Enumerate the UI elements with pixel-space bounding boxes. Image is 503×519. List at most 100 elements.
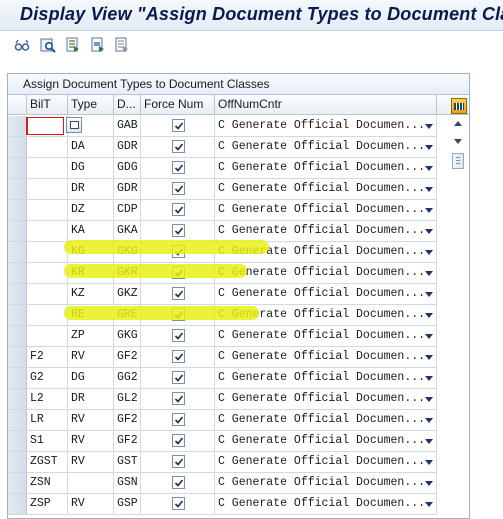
dropdown-arrow-icon[interactable] bbox=[425, 124, 433, 129]
cell-bilt[interactable] bbox=[27, 200, 68, 221]
row-selector[interactable] bbox=[8, 326, 27, 347]
cell-type[interactable]: RV bbox=[68, 452, 114, 473]
scroll-up-icon[interactable] bbox=[454, 121, 462, 126]
cell-force-num[interactable] bbox=[141, 473, 215, 494]
force-num-checkbox[interactable] bbox=[172, 119, 185, 132]
cell-bilt[interactable]: G2 bbox=[27, 368, 68, 389]
row-selector[interactable] bbox=[8, 263, 27, 284]
dropdown-arrow-icon[interactable] bbox=[425, 439, 433, 444]
cell-offnumcntr[interactable]: C Generate Official Documen... bbox=[215, 242, 437, 263]
cell-type[interactable]: RE bbox=[68, 305, 114, 326]
cell-offnumcntr[interactable]: C Generate Official Documen... bbox=[215, 389, 437, 410]
cell-offnumcntr[interactable]: C Generate Official Documen... bbox=[215, 200, 437, 221]
column-header-offnumcntr[interactable]: OffNumCntr bbox=[215, 95, 437, 115]
scroll-thumb[interactable] bbox=[452, 153, 464, 169]
row-selector[interactable] bbox=[8, 200, 27, 221]
cell-doc-class[interactable]: GST bbox=[114, 452, 141, 473]
cell-doc-class[interactable]: GG2 bbox=[114, 368, 141, 389]
cell-force-num[interactable] bbox=[141, 410, 215, 431]
cell-force-num[interactable] bbox=[141, 305, 215, 326]
force-num-checkbox[interactable] bbox=[172, 497, 185, 510]
cell-force-num[interactable] bbox=[141, 368, 215, 389]
force-num-checkbox[interactable] bbox=[172, 287, 185, 300]
cell-force-num[interactable] bbox=[141, 137, 215, 158]
dropdown-arrow-icon[interactable] bbox=[425, 334, 433, 339]
force-num-checkbox[interactable] bbox=[172, 329, 185, 342]
column-header-force-num[interactable]: Force Num bbox=[141, 95, 215, 115]
cell-type[interactable]: RV bbox=[68, 410, 114, 431]
cell-doc-class[interactable]: GKA bbox=[114, 221, 141, 242]
cell-doc-class[interactable]: GSN bbox=[114, 473, 141, 494]
cell-bilt[interactable] bbox=[27, 179, 68, 200]
cell-force-num[interactable] bbox=[141, 158, 215, 179]
cell-offnumcntr[interactable]: C Generate Official Documen... bbox=[215, 326, 437, 347]
cell-force-num[interactable] bbox=[141, 347, 215, 368]
cell-force-num[interactable] bbox=[141, 116, 215, 137]
row-selector[interactable] bbox=[8, 347, 27, 368]
column-header-doc-class[interactable]: D... bbox=[114, 95, 141, 115]
cell-offnumcntr[interactable]: C Generate Official Documen... bbox=[215, 410, 437, 431]
dropdown-arrow-icon[interactable] bbox=[425, 376, 433, 381]
cell-offnumcntr[interactable]: C Generate Official Documen... bbox=[215, 305, 437, 326]
column-header-type[interactable]: Type bbox=[68, 95, 114, 115]
deselect-all-icon[interactable] bbox=[114, 37, 130, 53]
cell-type[interactable]: RV bbox=[68, 347, 114, 368]
row-selector[interactable] bbox=[8, 410, 27, 431]
cell-offnumcntr[interactable]: C Generate Official Documen... bbox=[215, 284, 437, 305]
cell-offnumcntr[interactable]: C Generate Official Documen... bbox=[215, 116, 437, 137]
cell-force-num[interactable] bbox=[141, 242, 215, 263]
select-block-icon[interactable] bbox=[90, 37, 106, 53]
dropdown-arrow-icon[interactable] bbox=[425, 271, 433, 276]
cell-bilt[interactable]: ZGST bbox=[27, 452, 68, 473]
cell-force-num[interactable] bbox=[141, 221, 215, 242]
cell-type[interactable]: RV bbox=[68, 431, 114, 452]
dropdown-arrow-icon[interactable] bbox=[425, 397, 433, 402]
cell-force-num[interactable] bbox=[141, 452, 215, 473]
find-icon[interactable] bbox=[40, 37, 56, 53]
cell-type[interactable]: KG bbox=[68, 242, 114, 263]
cell-bilt[interactable] bbox=[27, 305, 68, 326]
cell-bilt[interactable]: F2 bbox=[27, 347, 68, 368]
cell-bilt[interactable] bbox=[27, 221, 68, 242]
dropdown-arrow-icon[interactable] bbox=[425, 355, 433, 360]
row-selector[interactable] bbox=[8, 305, 27, 326]
cell-force-num[interactable] bbox=[141, 179, 215, 200]
dropdown-arrow-icon[interactable] bbox=[425, 292, 433, 297]
cell-doc-class[interactable]: GDG bbox=[114, 158, 141, 179]
cell-offnumcntr[interactable]: C Generate Official Documen... bbox=[215, 368, 437, 389]
cell-bilt[interactable]: ZSP bbox=[27, 494, 68, 515]
row-selector[interactable] bbox=[8, 389, 27, 410]
cell-type[interactable]: RV bbox=[68, 494, 114, 515]
force-num-checkbox[interactable] bbox=[172, 455, 185, 468]
cell-doc-class[interactable]: GKR bbox=[114, 263, 141, 284]
row-selector[interactable] bbox=[8, 452, 27, 473]
cell-type[interactable]: DA bbox=[68, 137, 114, 158]
dropdown-arrow-icon[interactable] bbox=[425, 313, 433, 318]
force-num-checkbox[interactable] bbox=[172, 161, 185, 174]
value-help-button[interactable] bbox=[66, 117, 82, 133]
cell-doc-class[interactable]: GF2 bbox=[114, 410, 141, 431]
force-num-checkbox[interactable] bbox=[172, 308, 185, 321]
force-num-checkbox[interactable] bbox=[172, 266, 185, 279]
force-num-checkbox[interactable] bbox=[172, 476, 185, 489]
row-selector[interactable] bbox=[8, 179, 27, 200]
cell-type[interactable]: KA bbox=[68, 221, 114, 242]
force-num-checkbox[interactable] bbox=[172, 182, 185, 195]
dropdown-arrow-icon[interactable] bbox=[425, 208, 433, 213]
cell-doc-class[interactable]: GDR bbox=[114, 179, 141, 200]
force-num-checkbox[interactable] bbox=[172, 224, 185, 237]
cell-offnumcntr[interactable]: C Generate Official Documen... bbox=[215, 494, 437, 515]
select-all-icon[interactable] bbox=[65, 37, 81, 53]
cell-doc-class[interactable]: GAB bbox=[114, 116, 141, 137]
cell-force-num[interactable] bbox=[141, 263, 215, 284]
force-num-checkbox[interactable] bbox=[172, 203, 185, 216]
cell-offnumcntr[interactable]: C Generate Official Documen... bbox=[215, 431, 437, 452]
cell-offnumcntr[interactable]: C Generate Official Documen... bbox=[215, 473, 437, 494]
dropdown-arrow-icon[interactable] bbox=[425, 460, 433, 465]
row-selector[interactable] bbox=[8, 158, 27, 179]
force-num-checkbox[interactable] bbox=[172, 245, 185, 258]
cell-bilt[interactable]: LR bbox=[27, 410, 68, 431]
cell-type[interactable]: ZP bbox=[68, 326, 114, 347]
dropdown-arrow-icon[interactable] bbox=[425, 187, 433, 192]
cell-doc-class[interactable]: GKZ bbox=[114, 284, 141, 305]
